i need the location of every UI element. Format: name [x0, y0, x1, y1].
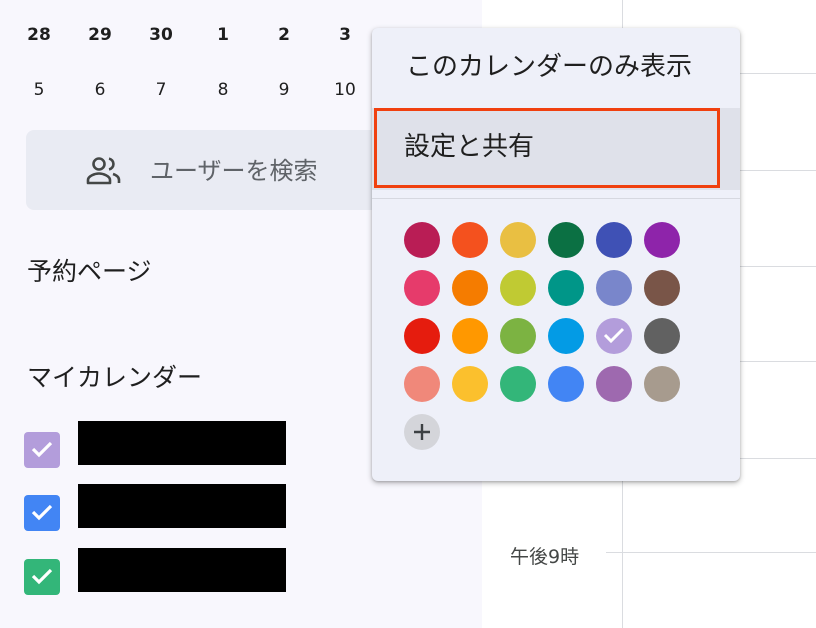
color-swatch[interactable]	[452, 270, 488, 306]
calendar-checkbox[interactable]	[24, 495, 60, 531]
check-icon	[31, 568, 53, 585]
color-swatch[interactable]	[452, 222, 488, 258]
time-tick	[606, 552, 622, 553]
color-swatch[interactable]	[548, 318, 584, 354]
mini-calendar-day[interactable]: 30	[141, 20, 181, 50]
mini-calendar-day[interactable]: 7	[141, 75, 181, 105]
calendar-checkbox[interactable]	[24, 559, 60, 595]
menu-item-label: 設定と共有	[404, 132, 535, 162]
color-swatch[interactable]	[452, 366, 488, 402]
mini-calendar-day[interactable]: 3	[325, 20, 365, 50]
add-custom-color-button[interactable]	[404, 414, 440, 450]
time-label: 午後9時	[510, 546, 580, 568]
color-swatch[interactable]	[644, 222, 680, 258]
color-swatch[interactable]	[404, 222, 440, 258]
display-this-only-menu-item[interactable]: このカレンダーのみ表示	[372, 28, 740, 108]
color-swatch[interactable]	[548, 366, 584, 402]
mini-calendar-day[interactable]: 10	[325, 75, 365, 105]
search-users-button[interactable]: ユーザーを検索	[26, 130, 426, 210]
color-swatch[interactable]	[548, 270, 584, 306]
mini-calendar-day[interactable]: 8	[203, 75, 243, 105]
mini-calendar-day[interactable]: 28	[19, 20, 59, 50]
calendar-list-item[interactable]	[24, 484, 324, 533]
check-icon	[31, 441, 53, 458]
color-swatch[interactable]	[500, 270, 536, 306]
menu-item-label: このカレンダーのみ表示	[406, 52, 693, 82]
calendar-name-redacted	[78, 421, 286, 465]
color-swatch[interactable]	[644, 366, 680, 402]
calendar-app: 28 29 30 1 2 3 5 6 7 8 9 10 ユーザーを検索 予約ペー…	[0, 0, 816, 628]
color-swatch[interactable]	[404, 318, 440, 354]
mini-calendar-week-row: 28 29 30 1 2 3	[0, 20, 400, 50]
mini-calendar-day[interactable]: 5	[19, 75, 59, 105]
mini-calendar-day[interactable]: 9	[264, 75, 304, 105]
mini-calendar-day[interactable]: 29	[80, 20, 120, 50]
color-swatch[interactable]	[596, 270, 632, 306]
my-calendars-heading[interactable]: マイカレンダー	[27, 361, 202, 395]
search-users-label: ユーザーを検索	[150, 157, 318, 185]
mini-calendar-day[interactable]: 2	[264, 20, 304, 50]
color-swatch[interactable]	[404, 270, 440, 306]
color-swatch[interactable]	[596, 222, 632, 258]
check-icon	[603, 327, 625, 344]
people-icon	[86, 157, 121, 185]
grid-hour-line	[623, 552, 816, 553]
mini-calendar-week-row: 5 6 7 8 9 10	[0, 75, 400, 105]
color-swatch[interactable]	[644, 270, 680, 306]
mini-calendar-day[interactable]: 6	[80, 75, 120, 105]
menu-divider	[372, 198, 740, 199]
color-swatch[interactable]	[596, 318, 632, 354]
color-swatch[interactable]	[500, 318, 536, 354]
color-swatch[interactable]	[404, 366, 440, 402]
color-swatch[interactable]	[452, 318, 488, 354]
calendar-list-item[interactable]	[24, 421, 324, 470]
mini-calendar-day[interactable]: 1	[203, 20, 243, 50]
color-swatch[interactable]	[596, 366, 632, 402]
color-swatch[interactable]	[548, 222, 584, 258]
color-swatch[interactable]	[500, 222, 536, 258]
settings-and-sharing-menu-item[interactable]: 設定と共有	[372, 108, 740, 190]
booking-pages-heading[interactable]: 予約ページ	[27, 255, 152, 289]
calendar-name-redacted	[78, 548, 286, 592]
calendar-name-redacted	[78, 484, 286, 528]
calendar-checkbox[interactable]	[24, 432, 60, 468]
check-icon	[31, 504, 53, 521]
color-swatch[interactable]	[500, 366, 536, 402]
calendar-list-item[interactable]	[24, 548, 324, 597]
color-swatch[interactable]	[644, 318, 680, 354]
plus-icon	[414, 424, 430, 440]
